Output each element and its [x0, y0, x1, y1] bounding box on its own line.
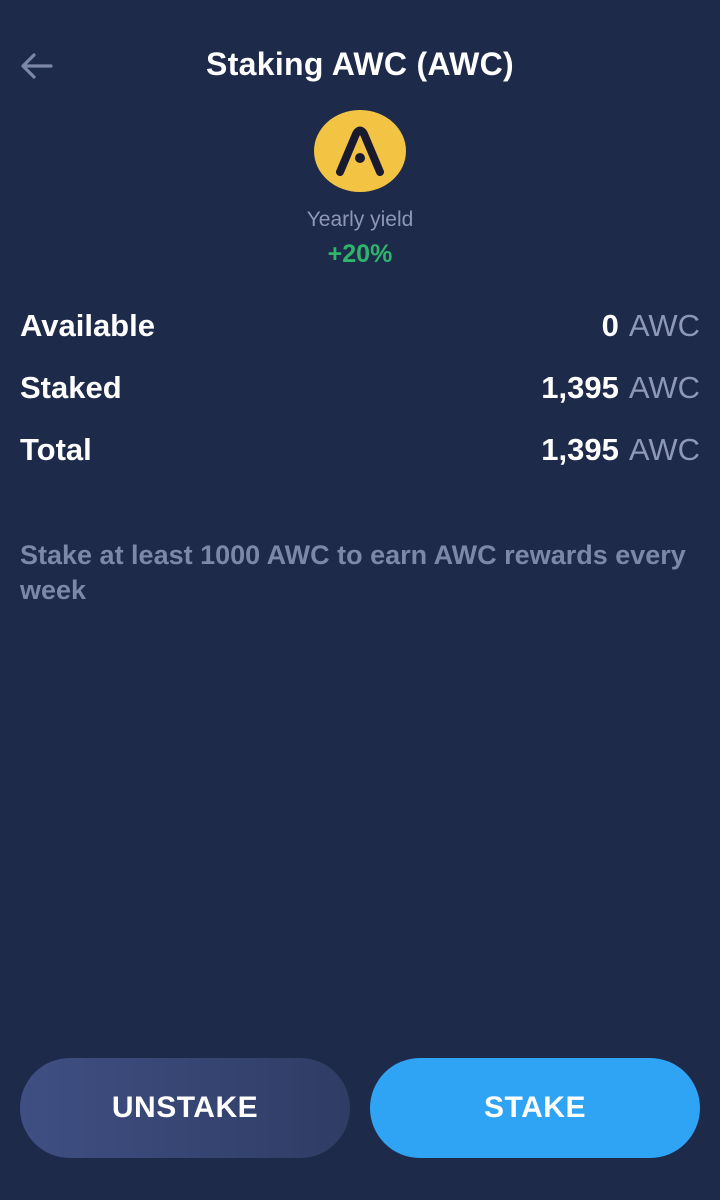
balance-amount: 1,395 AWC	[541, 370, 700, 406]
page-title: Staking AWC (AWC)	[206, 46, 514, 82]
balance-label: Staked	[20, 370, 122, 405]
yield-value: +20%	[327, 240, 393, 268]
balance-value: 0	[601, 308, 619, 343]
yield-label: Yearly yield	[306, 208, 414, 231]
balance-label: Available	[20, 308, 155, 343]
action-bar: UNSTAKE STAKE	[20, 1058, 700, 1158]
balance-label: Total	[20, 432, 92, 467]
balance-unit: AWC	[628, 370, 700, 405]
unstake-button[interactable]: UNSTAKE	[20, 1058, 350, 1158]
balance-list: Available 0 AWC Staked 1,395 AWC Total 1,3…	[20, 308, 700, 494]
balance-amount: 1,395 AWC	[541, 432, 700, 468]
balance-unit: AWC	[628, 308, 700, 343]
balance-row-total: Total 1,395 AWC	[20, 432, 700, 494]
balance-unit: AWC	[628, 432, 700, 467]
staking-info-text: Stake at least 1000 AWC to earn AWC rewa…	[20, 540, 686, 605]
balance-row-staked: Staked 1,395 AWC	[20, 370, 700, 432]
balance-row-available: Available 0 AWC	[20, 308, 700, 370]
awc-logo-icon	[314, 110, 406, 192]
stake-button[interactable]: STAKE	[370, 1058, 700, 1158]
balance-amount: 0 AWC	[602, 308, 700, 344]
balance-value: 1,395	[541, 432, 619, 467]
balance-value: 1,395	[541, 370, 619, 405]
